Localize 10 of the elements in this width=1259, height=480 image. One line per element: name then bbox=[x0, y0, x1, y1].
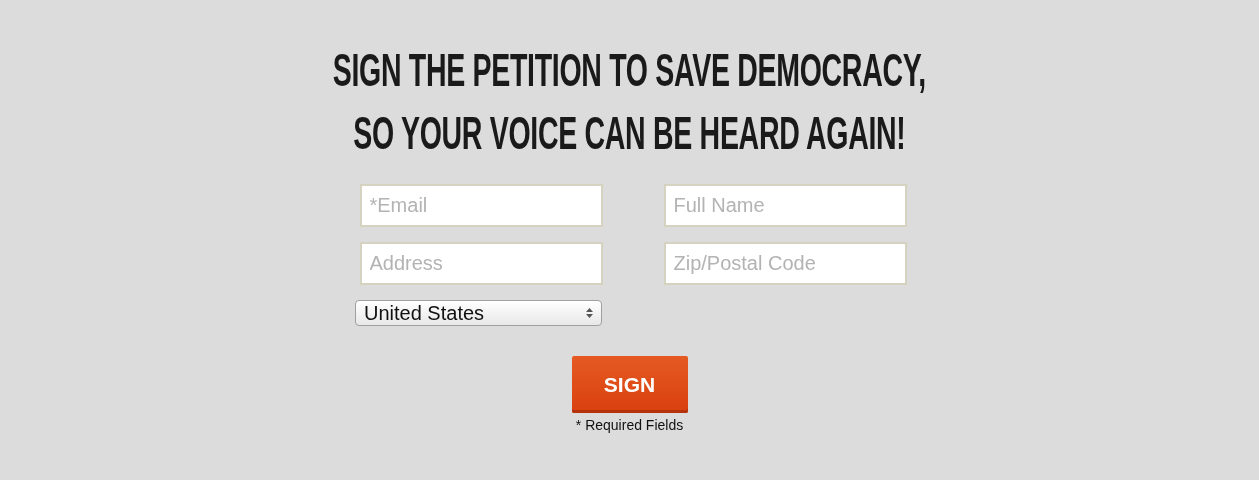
required-fields-note: * Required Fields bbox=[575, 417, 684, 433]
input-field[interactable]: Address bbox=[359, 242, 603, 285]
heading-line: SO YOUR VOICE CAN BE HEARD AGAIN! bbox=[353, 105, 906, 160]
input-field[interactable]: Zip/Postal Code bbox=[663, 242, 907, 285]
input-field[interactable]: Full Name bbox=[663, 184, 907, 227]
input-field[interactable]: *Email bbox=[359, 184, 603, 227]
sign-button[interactable]: SIGN bbox=[571, 356, 688, 413]
heading-line: SIGN THE PETITION TO SAVE DEMOCRACY, bbox=[332, 42, 927, 97]
country-select[interactable]: United States bbox=[355, 300, 602, 326]
stepper-arrows-icon bbox=[586, 308, 593, 318]
